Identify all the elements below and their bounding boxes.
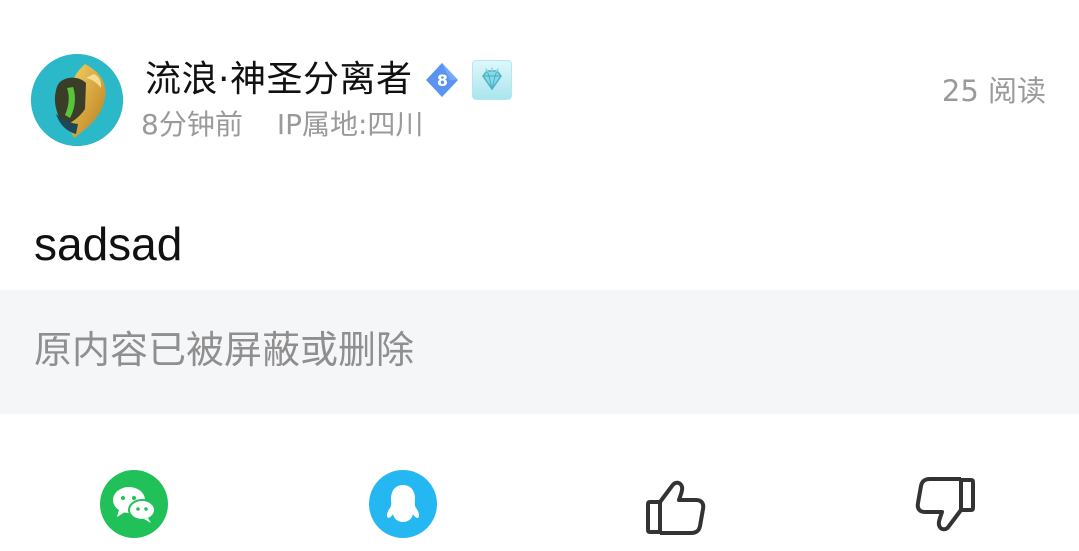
post-time: 8分钟前 <box>141 108 243 141</box>
quoted-content-box[interactable]: 原内容已被屏蔽或删除 <box>0 290 1079 414</box>
wechat-icon <box>100 470 168 538</box>
wechat-bubbles-icon <box>113 487 156 523</box>
action-bar <box>0 460 1079 551</box>
avatar[interactable] <box>31 54 123 146</box>
read-count: 25 阅读 <box>941 74 1046 108</box>
post-detail-page: 流浪·神圣分离者 8 8分钟前 IP属地:四川 25 阅读 sadsad 原内容… <box>0 0 1079 551</box>
like-button[interactable] <box>640 470 712 542</box>
thumbs-up-icon <box>646 480 706 535</box>
post-header: 流浪·神圣分离者 8 8分钟前 IP属地:四川 25 阅读 <box>0 0 1079 170</box>
avatar-image <box>31 54 123 146</box>
qq-icon <box>369 470 437 538</box>
level-number: 8 <box>436 70 449 90</box>
thumbs-down-icon <box>915 477 975 532</box>
qq-penguin-icon <box>386 485 420 522</box>
diamond-crown-icon <box>472 60 513 100</box>
ip-location: IP属地:四川 <box>276 108 424 141</box>
share-wechat-button[interactable] <box>100 470 172 542</box>
dislike-button[interactable] <box>909 470 981 542</box>
quoted-content-text: 原内容已被屏蔽或删除 <box>34 328 415 372</box>
author-name[interactable]: 流浪·神圣分离者 <box>145 58 412 102</box>
level-badge: 8 <box>422 60 462 100</box>
post-content: sadsad <box>34 218 183 270</box>
diamond-icon <box>482 67 503 91</box>
share-qq-button[interactable] <box>369 470 441 542</box>
post-meta: 8分钟前 IP属地:四川 <box>141 106 423 144</box>
author-row: 流浪·神圣分离者 8 <box>145 58 513 102</box>
